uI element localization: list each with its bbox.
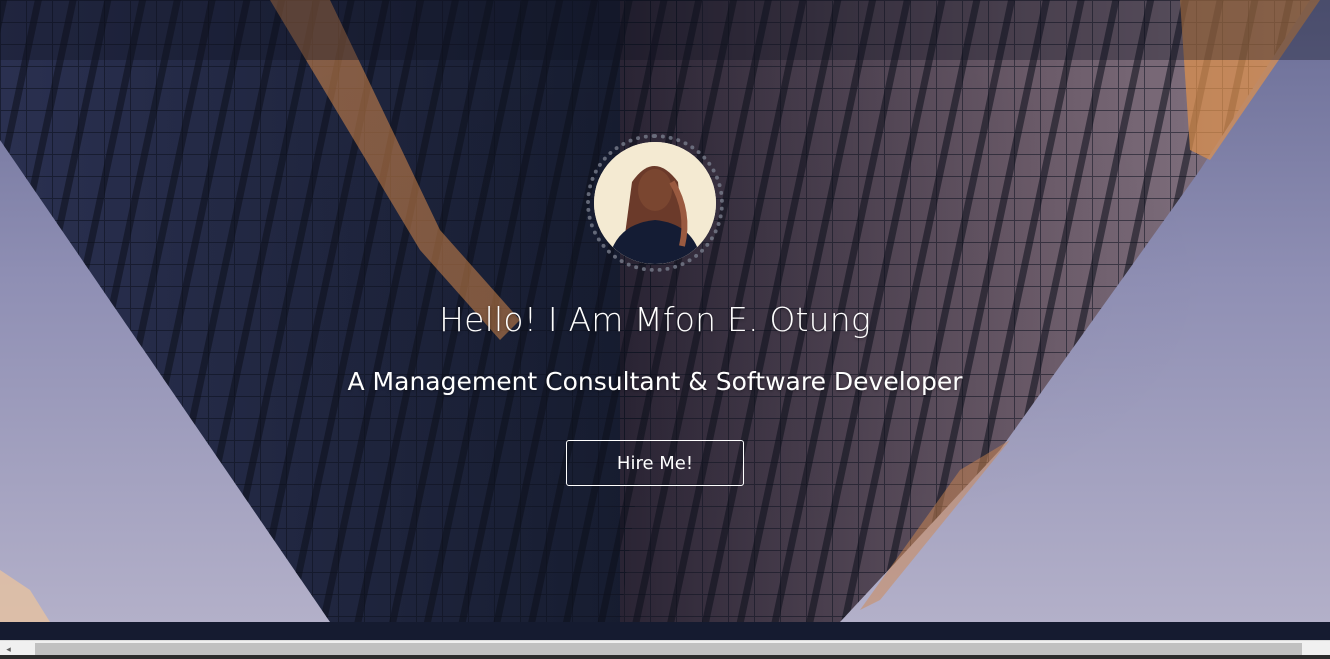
hero-section: Hello! I Am Mfon E. Otung A Management C… bbox=[0, 0, 1330, 622]
bottom-edge-strip bbox=[0, 655, 1330, 659]
next-section-edge bbox=[0, 622, 1330, 640]
avatar bbox=[594, 142, 716, 264]
hire-me-button[interactable]: Hire Me! bbox=[566, 440, 744, 486]
profile-photo-icon bbox=[594, 142, 716, 264]
hero-title: Hello! I Am Mfon E. Otung bbox=[439, 300, 871, 339]
scrollbar-thumb[interactable] bbox=[35, 643, 1302, 655]
hero-subtitle: A Management Consultant & Software Devel… bbox=[347, 367, 963, 396]
